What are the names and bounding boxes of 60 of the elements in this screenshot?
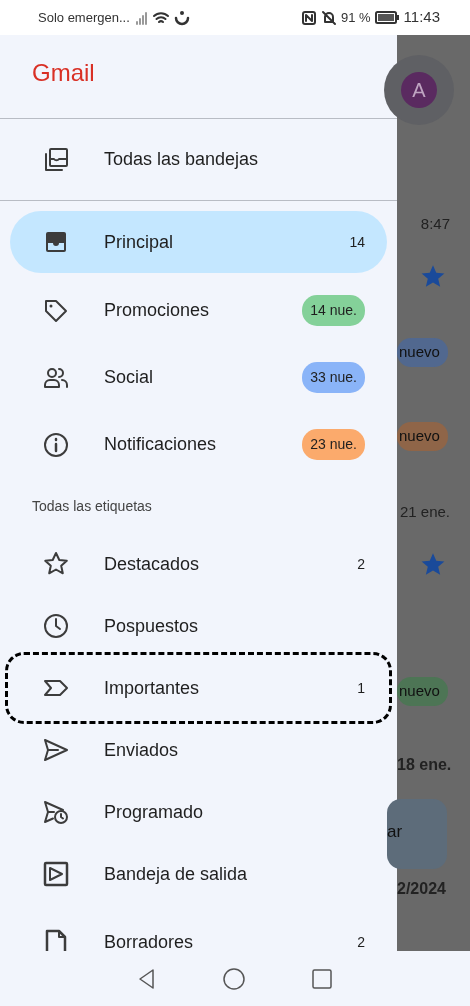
all-inboxes-icon — [42, 145, 70, 174]
home-icon[interactable] — [222, 966, 246, 991]
drawer-item[interactable]: Notificaciones 23 nue. — [10, 411, 387, 478]
new-count-badge: 14 nue. — [302, 295, 365, 326]
section-header: Todas las etiquetas — [31, 497, 153, 516]
wifi-icon — [151, 9, 170, 26]
item-label: Enviados — [104, 738, 179, 762]
item-label: Social — [104, 366, 154, 389]
drawer-item[interactable]: Programado — [10, 781, 387, 843]
carrier-text: Solo emergen... — [38, 8, 130, 27]
drawer-item[interactable]: Importantes 1 — [10, 657, 387, 719]
signal-icon — [133, 9, 148, 26]
outbox-icon — [42, 860, 70, 888]
nfc-icon — [300, 9, 317, 26]
time-text: 21 ene. — [399, 502, 450, 522]
item-label: Bandeja de salida — [104, 862, 248, 886]
new-count-badge: 33 nue. — [302, 362, 365, 393]
count-text: 2 — [357, 932, 365, 951]
new-count-badge: 23 nue. — [302, 429, 365, 460]
count-text: 2 — [357, 554, 365, 574]
app-logo-text: Gmail — [31, 58, 96, 88]
compose-button[interactable]: ar — [387, 799, 447, 869]
clock-icon — [42, 612, 70, 640]
star-icon — [420, 551, 446, 577]
star-icon — [420, 263, 446, 289]
item-label: Principal — [104, 230, 174, 254]
item-label: Promociones — [104, 299, 210, 322]
drawer-item[interactable]: Social 33 nue. — [10, 344, 387, 411]
clock-text: 11:43 — [403, 7, 440, 28]
item-label: Notificaciones — [104, 433, 217, 456]
send-icon — [42, 736, 70, 764]
drawer-item[interactable]: Promociones 14 nue. — [10, 277, 387, 344]
count-text: 14 — [349, 232, 365, 252]
item-label: Borradores — [104, 930, 194, 951]
info-icon — [42, 430, 70, 459]
date-text: 2/2024 — [397, 879, 446, 899]
label-chip: nuevo — [397, 338, 448, 367]
label-chip: nuevo — [397, 677, 448, 706]
scheduled-send-icon — [42, 798, 70, 826]
drawer-item[interactable]: Principal 14 — [10, 211, 387, 273]
item-label: Programado — [104, 800, 204, 824]
drawer-item[interactable]: Destacados 2 — [10, 533, 387, 595]
muted-bell-icon — [320, 9, 337, 26]
item-label: Pospuestos — [104, 614, 199, 638]
recents-icon[interactable] — [310, 966, 334, 991]
accessibility-icon — [173, 9, 190, 26]
avatar[interactable]: A — [384, 55, 454, 125]
item-label: Destacados — [104, 552, 200, 576]
battery-text: 91 % — [340, 8, 371, 27]
time-text: 8:47 — [420, 214, 450, 234]
label-chip: nuevo — [397, 422, 448, 451]
battery-icon — [374, 10, 400, 25]
drawer-item[interactable]: Todas las bandejas — [10, 119, 387, 200]
count-text: 1 — [357, 678, 365, 698]
date-text: 18 ene. — [397, 755, 452, 775]
drawer-item[interactable]: Pospuestos — [10, 595, 387, 657]
drawer-item[interactable]: Borradores 2 — [10, 905, 387, 951]
item-label: Importantes — [104, 676, 200, 700]
drawer-item[interactable]: Bandeja de salida — [10, 843, 387, 905]
drawer-item[interactable]: Enviados — [10, 719, 387, 781]
